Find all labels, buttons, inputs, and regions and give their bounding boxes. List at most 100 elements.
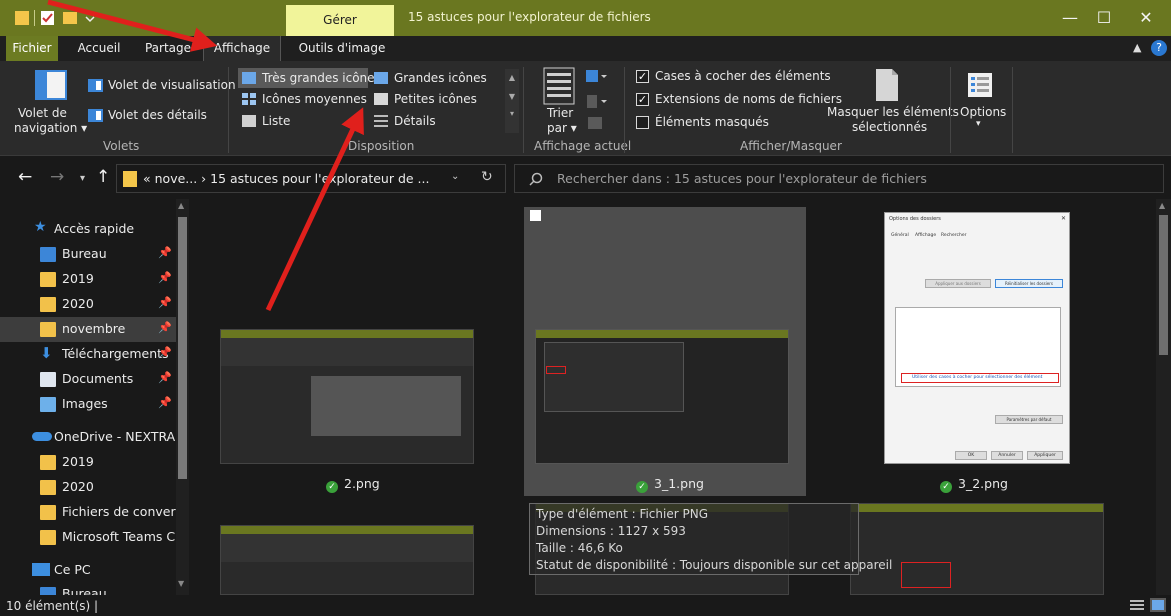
- sort-by-dropdown[interactable]: par ▾: [547, 121, 577, 135]
- tooltip-availability: Statut de disponibilité : Toujours dispo…: [536, 558, 893, 572]
- sidebar-item-ce-pc[interactable]: Ce PC: [0, 558, 176, 583]
- file-thumbnail-2[interactable]: [220, 329, 474, 464]
- layout-extra-large-icons[interactable]: Très grandes icônes: [262, 71, 381, 85]
- content-scroll-thumb[interactable]: [1159, 215, 1168, 355]
- item-checkboxes-label[interactable]: Cases à cocher des éléments: [655, 69, 831, 83]
- pin-icon[interactable]: 📌: [158, 246, 172, 259]
- file-extensions-label[interactable]: Extensions de noms de fichiers: [655, 92, 842, 106]
- sidebar-item-telechargements[interactable]: ⬇ Téléchargements 📌: [0, 342, 176, 367]
- new-folder-icon[interactable]: [62, 9, 78, 27]
- manage-tab[interactable]: Gérer: [286, 5, 394, 36]
- up-arrow-icon[interactable]: ↑: [96, 167, 110, 187]
- file-name-2[interactable]: ✓ 2.png: [326, 476, 380, 493]
- add-columns-icon[interactable]: [585, 94, 607, 110]
- sidebar-item-documents[interactable]: Documents 📌: [0, 367, 176, 392]
- chevron-down-icon[interactable]: [84, 9, 96, 27]
- preview-pane-button[interactable]: Volet de visualisation: [108, 78, 236, 92]
- scroll-up-icon[interactable]: ▲: [1159, 201, 1165, 210]
- collapse-ribbon-icon[interactable]: ▲: [1133, 41, 1141, 54]
- sidebar-scroll-thumb[interactable]: [178, 217, 187, 479]
- tab-partage[interactable]: Partage: [138, 36, 198, 61]
- sidebar-item-2020[interactable]: 2020 📌: [0, 292, 176, 317]
- sidebar-item-bureau[interactable]: Bureau 📌: [0, 242, 176, 267]
- group-by-icon[interactable]: [585, 69, 607, 85]
- hidden-items-label[interactable]: Éléments masqués: [655, 115, 769, 129]
- properties-icon[interactable]: [40, 9, 56, 27]
- sidebar-item-quick-access[interactable]: ★ Accès rapide: [0, 217, 176, 242]
- thumb-button: Appliquer aux dossiers: [925, 279, 991, 288]
- address-dropdown-icon[interactable]: ⌄: [451, 171, 459, 182]
- help-icon[interactable]: ?: [1151, 40, 1167, 56]
- file-extensions-checkbox[interactable]: ✓: [636, 93, 649, 106]
- content-scrollbar[interactable]: ▲: [1156, 199, 1171, 595]
- hide-selected-label[interactable]: Masquer les éléments: [827, 105, 959, 119]
- tab-affichage[interactable]: Affichage: [203, 36, 281, 61]
- layout-gallery-scroll[interactable]: ▲ ▼ ▾: [505, 69, 519, 133]
- sidebar-scrollbar[interactable]: ▲ ▼: [176, 199, 189, 595]
- scroll-up-icon[interactable]: ▲: [178, 201, 184, 210]
- large-icons-view-icon[interactable]: [1150, 598, 1166, 612]
- tab-fichier[interactable]: Fichier: [6, 36, 58, 61]
- sidebar-item-label: novembre: [62, 321, 126, 336]
- navigation-pane-dropdown[interactable]: navigation ▾: [14, 121, 87, 135]
- sidebar-item-images[interactable]: Images 📌: [0, 392, 176, 417]
- maximize-button[interactable]: ☐: [1082, 0, 1126, 36]
- window-title: 15 astuces pour l'explorateur de fichier…: [408, 10, 651, 24]
- layout-list[interactable]: Liste: [262, 114, 290, 128]
- ribbon-separator: [624, 67, 625, 153]
- options-dropdown[interactable]: ▾: [976, 119, 981, 129]
- pin-icon[interactable]: 📌: [158, 371, 172, 384]
- pin-icon[interactable]: 📌: [158, 396, 172, 409]
- file-thumbnail-3_1[interactable]: [535, 329, 789, 464]
- layout-large-icons[interactable]: Grandes icônes: [394, 71, 487, 85]
- file-thumbnail-row2-3[interactable]: [850, 503, 1104, 595]
- sidebar-item-bureau-pc[interactable]: Bureau: [0, 582, 176, 595]
- details-pane-button[interactable]: Volet des détails: [108, 108, 207, 122]
- forward-arrow-icon[interactable]: →: [50, 167, 64, 187]
- sidebar-item-label: 2020: [62, 296, 94, 311]
- file-name-3_1[interactable]: ✓ 3_1.png: [636, 476, 704, 493]
- recent-locations-icon[interactable]: ▾: [80, 173, 85, 184]
- pin-icon[interactable]: 📌: [158, 321, 172, 334]
- refresh-icon[interactable]: ↻: [481, 169, 493, 185]
- file-thumbnail-row2-1[interactable]: [220, 525, 474, 595]
- tab-accueil[interactable]: Accueil: [72, 36, 126, 61]
- pin-icon[interactable]: 📌: [158, 346, 172, 359]
- sidebar-item-2020-onedrive[interactable]: 2020: [0, 475, 176, 500]
- back-arrow-icon[interactable]: ←: [18, 167, 32, 187]
- pin-icon[interactable]: 📌: [158, 271, 172, 284]
- hidden-items-checkbox[interactable]: [636, 116, 649, 129]
- sort-by-label[interactable]: Trier: [547, 106, 573, 120]
- thumb-tab: Affichage: [915, 233, 937, 238]
- layout-details[interactable]: Détails: [394, 114, 436, 128]
- navigation-pane-icon[interactable]: [34, 69, 68, 101]
- options-icon[interactable]: [966, 71, 994, 99]
- size-columns-icon[interactable]: [587, 116, 603, 130]
- item-checkboxes-checkbox[interactable]: ✓: [636, 70, 649, 83]
- hide-selected-label-2[interactable]: sélectionnés: [852, 120, 927, 134]
- sidebar-item-fichiers-conversation[interactable]: Fichiers de conversa: [0, 500, 190, 525]
- navigation-pane-label[interactable]: Volet de: [18, 106, 67, 120]
- sidebar-item-teams[interactable]: Microsoft Teams Ch: [0, 525, 183, 550]
- scroll-down-icon[interactable]: ▼: [178, 579, 184, 588]
- layout-small-icons[interactable]: Petites icônes: [394, 92, 477, 106]
- pin-icon[interactable]: 📌: [158, 296, 172, 309]
- file-thumbnail-3_2[interactable]: Options des dossiers ✕ Général Affichage…: [884, 212, 1070, 464]
- sidebar-item-2019-onedrive[interactable]: 2019: [0, 450, 176, 475]
- sidebar-item-novembre[interactable]: novembre 📌: [0, 317, 176, 342]
- layout-medium-icons[interactable]: Icônes moyennes: [262, 92, 367, 106]
- sidebar-item-onedrive[interactable]: OneDrive - NEXTRADI: [0, 425, 189, 450]
- sort-by-icon[interactable]: [543, 67, 575, 105]
- search-field[interactable]: Rechercher dans : 15 astuces pour l'expl…: [514, 164, 1164, 193]
- file-name-3_2[interactable]: ✓ 3_2.png: [940, 476, 1008, 493]
- sidebar-item-2019[interactable]: 2019 📌: [0, 267, 176, 292]
- address-field[interactable]: « nove... › 15 astuces pour l'explorateu…: [116, 164, 506, 193]
- navigation-pane: ★ Accès rapide Bureau 📌 2019 📌 2020 📌 no…: [0, 199, 190, 595]
- details-view-icon[interactable]: [1130, 599, 1144, 612]
- hide-selected-icon[interactable]: [874, 67, 900, 103]
- close-button[interactable]: ✕: [1124, 0, 1168, 36]
- options-button[interactable]: Options: [960, 105, 1006, 119]
- item-checkbox[interactable]: [530, 210, 541, 221]
- thumb-highlight: [546, 366, 566, 374]
- tab-outils-image[interactable]: Outils d'image: [290, 36, 394, 61]
